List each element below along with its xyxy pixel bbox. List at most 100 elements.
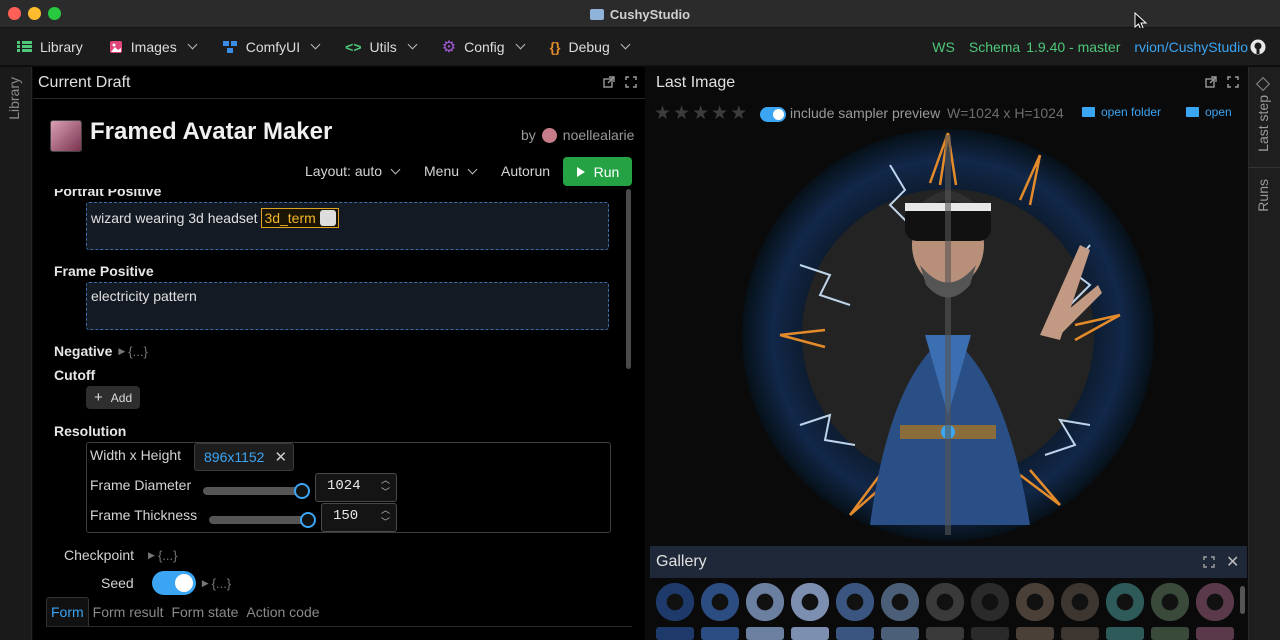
gallery-thumbnail[interactable] [926,583,964,621]
stepper-icon[interactable]: ︿ ﹀ [381,505,390,529]
menu-debug[interactable]: {} Debug [537,28,642,66]
run-button[interactable]: Run [563,157,632,186]
star-icon[interactable]: ★ [711,102,728,125]
current-draft-panel: Current Draft Framed Avatar Maker by noe… [33,67,645,640]
gallery-thumbnail[interactable] [656,627,694,640]
layout-dropdown[interactable]: Layout: auto [305,163,401,179]
gallery-thumbnail[interactable] [701,583,739,621]
tab-action-code[interactable]: Action code [242,598,323,626]
repo-link[interactable]: rvion/CushyStudio [1134,39,1248,55]
ws-status: WS [932,38,955,55]
menu-utils[interactable]: <> Utils [332,28,429,66]
library-rail-tab[interactable]: Library [6,77,22,120]
right-rail: Last step Runs [1248,67,1280,640]
close-icon[interactable]: ✕ [1226,552,1239,572]
author-name[interactable]: noellealarie [563,127,635,143]
gallery-thumbnail[interactable] [836,583,874,621]
portrait-text: wizard wearing 3d headset [91,210,258,226]
tab-form-state[interactable]: Form state [167,598,242,626]
gallery-thumbnail[interactable] [971,627,1009,640]
github-icon[interactable] [1250,39,1266,55]
star-icon[interactable]: ★ [673,102,690,125]
chevron-down-icon [620,39,631,50]
checkpoint-collapsed: {...} [157,547,178,563]
menu-label: Menu [424,163,460,179]
maximize-icon[interactable] [1227,76,1239,88]
external-link-icon[interactable] [1205,76,1217,88]
generated-image [742,129,1154,541]
gallery-thumbnail[interactable] [746,627,784,640]
gallery-thumbnail[interactable] [791,583,829,621]
maximize-icon[interactable] [625,76,637,88]
seed-toggle[interactable] [151,571,196,595]
open-folder-button[interactable]: open folder [1082,105,1161,119]
gallery-thumbnail[interactable] [1106,627,1144,640]
gallery-thumbnail[interactable] [1196,583,1234,621]
sampler-preview-toggle[interactable] [760,107,786,122]
scrollbar[interactable] [1240,586,1245,614]
gallery-thumbnail[interactable] [971,583,1009,621]
gallery-thumbnail[interactable] [1061,583,1099,621]
external-link-icon[interactable] [603,76,615,88]
menu-images[interactable]: Images [96,28,209,66]
seed-row: Seed ▶ {...} [101,571,231,595]
star-icon[interactable]: ★ [654,102,671,125]
frame-diameter-input[interactable]: 1024 ︿ ﹀ [315,473,397,502]
frame-thickness-input[interactable]: 150 ︿ ﹀ [321,503,397,532]
menu-config[interactable]: ⚙ Config [429,28,537,66]
app-thumbnail [50,120,82,152]
portrait-positive-textarea[interactable]: wizard wearing 3d headset 3d_term [86,202,609,250]
negative-row[interactable]: Negative ▶ {...} [54,343,148,359]
frame-thickness-slider[interactable] [209,512,316,528]
scrollbar[interactable] [626,189,631,369]
gallery-panel: Gallery ✕ [650,546,1247,640]
checkpoint-row[interactable]: Checkpoint ▶ {...} [64,547,178,563]
resolution-value: 896x1152 [204,449,265,465]
close-icon[interactable]: ✕ [274,448,287,466]
menu-library[interactable]: Library [0,28,96,66]
add-cutoff-button[interactable]: + Add [86,386,141,409]
frame-positive-textarea[interactable]: electricity pattern [86,282,609,330]
gallery-thumbnail[interactable] [791,627,829,640]
menu-dropdown[interactable]: Menu [424,163,478,179]
author-line: by noellealarie [521,127,634,143]
star-icon[interactable]: ★ [730,102,747,125]
menu-comfyui[interactable]: ComfyUI [209,28,332,66]
tab-form-result[interactable]: Form result [89,598,168,626]
chevron-down-icon [515,39,526,50]
last-step-tab[interactable]: Last step [1255,95,1271,152]
gallery-thumbnail[interactable] [881,583,919,621]
gallery-thumbnail[interactable] [1061,627,1099,640]
gallery-thumbnail[interactable] [1016,627,1054,640]
runs-tab[interactable]: Runs [1255,179,1271,212]
gallery-thumbnail[interactable] [701,627,739,640]
app-icon [589,8,604,20]
prompt-tag[interactable]: 3d_term [261,208,339,228]
gallery-thumbnail[interactable] [1016,583,1054,621]
open-button[interactable]: open [1186,105,1232,119]
gallery-thumbnail[interactable] [836,627,874,640]
resolution-select[interactable]: 896x1152 ✕ [194,443,294,471]
star-rating[interactable]: ★ ★ ★ ★ ★ [654,102,747,125]
tab-form[interactable]: Form [46,597,89,626]
gallery-thumbnail[interactable] [656,583,694,621]
image-icon [109,40,122,53]
star-icon[interactable]: ★ [692,102,709,125]
maximize-icon[interactable] [1203,556,1215,568]
gallery-thumbnail[interactable] [746,583,784,621]
gallery-thumbnail[interactable] [1196,627,1234,640]
seed-collapsed[interactable]: {...} [212,576,232,591]
gallery-thumbnail[interactable] [1106,583,1144,621]
stepper-icon[interactable]: ︿ ﹀ [381,475,390,499]
menu-library-label: Library [40,38,83,55]
gallery-thumbnail[interactable] [881,627,919,640]
width-height-label: Width x Height [90,447,182,463]
portrait-positive-label: Portrait Positive [54,189,162,199]
code-icon: <> [345,38,362,55]
autorun-button[interactable]: Autorun [501,163,550,179]
dice-icon[interactable] [319,210,336,226]
gallery-thumbnail[interactable] [1151,627,1189,640]
frame-diameter-slider[interactable] [203,483,310,499]
gallery-thumbnail[interactable] [1151,583,1189,621]
gallery-thumbnail[interactable] [926,627,964,640]
